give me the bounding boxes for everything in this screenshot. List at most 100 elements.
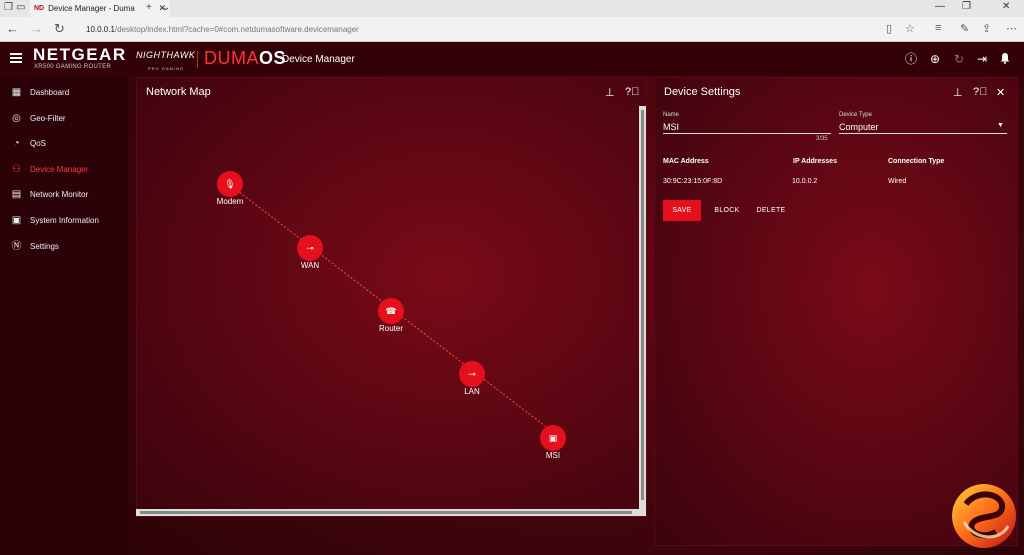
node-wan[interactable]: ⊸ [297,235,323,261]
sidebar-item-qos[interactable]: ◔ QoS [0,132,128,154]
node-msi[interactable]: ▣ [540,425,566,451]
tab-list-chevron-icon[interactable]: ⌄ [162,2,170,13]
node-modem[interactable]: 🎙︎ [217,171,243,197]
sidebar-item-label: Geo-Filter [30,113,66,123]
node-lan[interactable]: ⊸ [459,361,485,387]
reboot-icon[interactable]: ↻ [952,52,966,66]
tab-preview-icon[interactable]: ▭ [16,2,25,13]
device-type-label: Device Type [839,112,872,118]
connection-type-header: Connection Type [888,158,945,165]
network-monitor-icon: ▤ [11,188,22,200]
node-router[interactable]: ☎ [378,298,404,324]
browser-nav-bar: ← → ↻ 10.0.0.1/desktop/index.html?cache=… [0,17,1024,42]
tab-favicon: ND [34,5,45,12]
delete-button[interactable]: DELETE [752,200,790,221]
map-horizontal-scrollbar[interactable] [136,509,644,516]
sidebar-item-network-monitor[interactable]: ▤ Network Monitor [0,183,128,205]
help-icon[interactable]: ?⃝ [973,86,987,98]
sidebar-item-label: Settings [30,241,59,251]
ip-address-value: 10.0.0.2 [792,178,818,185]
map-vertical-scrollbar[interactable] [639,106,646,516]
sidebar-item-settings[interactable]: Ⓝ Settings [0,235,128,257]
tab-manager-icon[interactable]: ❐ [4,2,13,13]
device-type-select[interactable]: Computer [839,122,879,132]
info-icon[interactable]: ⓘ [904,52,918,66]
network-map-title: Network Map [146,86,211,98]
node-label-lan: LAN [464,387,480,396]
logout-icon[interactable]: ⇥ [975,52,989,66]
hub-icon[interactable]: ≡ [935,22,941,34]
sidebar-item-label: Dashboard [30,87,70,97]
netgear-logo: NETGEAR [33,45,127,64]
geo-filter-icon: ◎ [12,112,21,124]
mac-address-header: MAC Address [663,158,709,165]
settings-icon: Ⓝ [11,240,22,252]
node-label-msi: MSI [545,451,561,460]
dashboard-icon: ▦ [11,86,22,98]
name-field-underline [663,133,831,134]
qos-icon: ◔ [13,137,20,149]
device-type-underline [839,133,1007,134]
menu-icon[interactable] [10,53,22,63]
map-horizontal-scroll-thumb[interactable] [140,511,632,514]
sidebar-item-system-information[interactable]: ▣ System Information [0,209,128,231]
site-watermark-logo [952,484,1016,548]
app-header: NETGEAR XR500 GAMING ROUTER NIGHTHAWK PR… [0,42,1024,76]
ip-addresses-header: IP Addresses [793,158,837,165]
name-char-count: 3/35 [816,136,828,142]
dumaos-logo-a: DUMA [204,48,259,68]
forward-icon[interactable]: → [30,21,43,36]
node-label-modem: Modem [216,197,244,206]
node-label-router: Router [378,324,403,333]
device-settings-title: Device Settings [664,86,741,98]
sidebar-item-dashboard[interactable]: ▦ Dashboard [0,81,128,103]
block-button[interactable]: BLOCK [709,200,745,221]
restore-icon[interactable]: ❐ [962,1,971,12]
url-host: 10.0.0.1 [86,25,115,34]
sidebar-item-label: System Information [30,215,99,225]
refresh-icon[interactable]: ↻ [54,21,65,37]
map-vertical-scroll-thumb[interactable] [641,110,644,500]
chevron-down-icon[interactable]: ▼ [997,122,1004,129]
more-icon[interactable]: ⋯ [1006,22,1017,35]
nighthawk-sub: PRO GAMING [148,66,185,71]
name-field[interactable]: MSI [663,122,679,132]
page-title: Device Manager [282,54,355,65]
save-button[interactable]: SAVE [663,200,701,221]
sidebar-item-device-manager[interactable]: ⚇ Device Manager [0,158,128,180]
back-icon[interactable]: ← [6,21,19,36]
sidebar-item-label: Device Manager [30,164,89,174]
header-divider [197,51,198,68]
sidebar-item-geo-filter[interactable]: ◎ Geo-Filter [0,107,128,129]
router-icon: ☎ [385,305,397,316]
connection-type-value: Wired [888,178,907,185]
favorite-star-icon[interactable]: ☆ [905,22,915,35]
router-model: XR500 GAMING ROUTER [34,64,112,70]
system-info-icon: ▣ [11,214,22,226]
mac-address-value: 30:9C:23:15:0F:8D [663,178,723,185]
tab-title: Device Manager - Duma [48,4,135,13]
modem-icon: 🎙︎ [224,178,236,189]
notifications-bell-icon[interactable] [998,52,1012,66]
sidebar-item-label: QoS [30,138,47,148]
device-manager-icon: ⚇ [12,163,21,175]
nighthawk-logo: NIGHTHAWK [136,50,196,60]
browser-tab-bar: ❐ ▭ ND Device Manager - Duma ✕ + ⌄ — ❐ ✕ [0,0,1024,17]
close-window-icon[interactable]: ✕ [1002,1,1010,12]
node-label-wan: WAN [300,261,320,270]
pin-icon[interactable]: ⊥ [605,86,615,99]
pin-icon[interactable]: ⊥ [953,86,963,99]
web-note-icon[interactable]: ✎ [960,22,969,35]
dumaos-logo: DUMAOS [204,48,286,69]
share-icon[interactable]: ⇪ [982,22,991,35]
close-icon[interactable]: ✕ [996,86,1005,99]
new-tab-icon[interactable]: + [146,2,152,13]
help-icon[interactable]: ?⃝ [625,86,639,98]
url-path: /desktop/index.html?cache=0#com.netdumas… [114,25,359,34]
sidebar: ▦ Dashboard ◎ Geo-Filter ◔ QoS ⚇ Device … [0,76,128,555]
language-globe-icon[interactable]: ⊕ [928,52,942,66]
computer-icon: ▣ [548,432,558,443]
reading-view-icon[interactable]: ▯ [886,22,892,35]
minimize-icon[interactable]: — [935,1,945,12]
address-bar[interactable]: 10.0.0.1/desktop/index.html?cache=0#com.… [80,21,878,38]
